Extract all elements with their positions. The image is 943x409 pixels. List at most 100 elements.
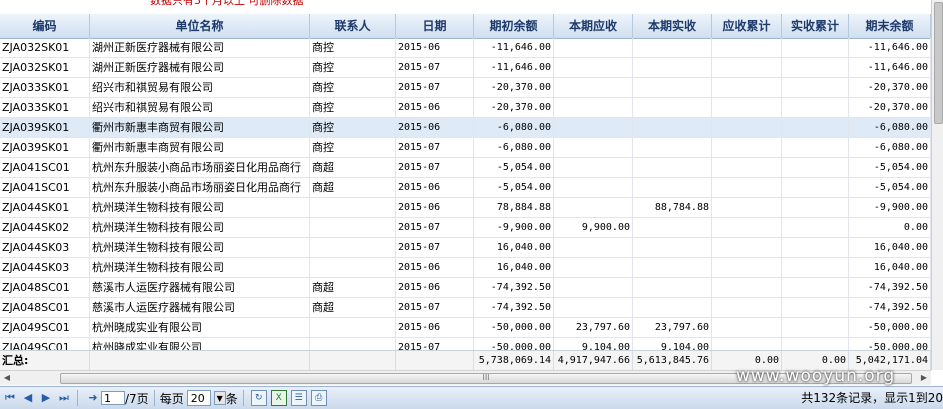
cell-cumdue <box>712 178 782 197</box>
scroll-left-icon[interactable]: ◀ <box>0 371 14 385</box>
cell-cumpaid <box>782 58 849 77</box>
cell-cumpaid <box>782 278 849 297</box>
summary-label: 汇总: <box>0 351 90 370</box>
cell-code: ZJA041SC01 <box>0 158 90 177</box>
cell-paid: 23,797.60 <box>633 318 712 337</box>
cell-close: -11,646.00 <box>849 58 931 77</box>
refresh-icon[interactable]: ↻ <box>250 390 267 406</box>
column-header-close[interactable]: 期末余额 <box>849 14 931 38</box>
cell-paid <box>633 158 712 177</box>
table-row[interactable]: ZJA032SK01 湖州正新医疗器械有限公司 商控 2015-06 -11,646.0… <box>0 38 931 58</box>
cell-open: -9,900.00 <box>474 218 554 237</box>
table-row[interactable]: ZJA039SK01 衢州市新惠丰商贸有限公司 商控 2015-06 -6,080.00… <box>0 118 931 138</box>
cell-code: ZJA032SK01 <box>0 58 90 77</box>
next-page-icon[interactable]: ▶ <box>38 390 54 406</box>
cell-code: ZJA049SC01 <box>0 318 90 337</box>
total-records-label: 共132条记录，显示1到20 <box>801 391 943 405</box>
cell-contact: 商控 <box>310 58 396 77</box>
cell-cumdue <box>712 98 782 117</box>
cell-cumpaid <box>782 98 849 117</box>
table-row[interactable]: ZJA041SC01 杭州东升服装小商品市场丽姿日化用品商行 商超 2015-07 -5… <box>0 158 931 178</box>
cell-cumdue <box>712 38 782 57</box>
pager-separator <box>153 390 155 406</box>
cell-date: 2015-07 <box>396 238 474 257</box>
column-header-contact[interactable]: 联系人 <box>310 14 396 38</box>
cell-due <box>554 118 633 137</box>
cell-code: ZJA033SK01 <box>0 78 90 97</box>
cell-name: 杭州瑛洋生物科技有限公司 <box>90 258 310 277</box>
cell-contact <box>310 198 396 217</box>
excel-export-icon[interactable]: X <box>270 390 287 406</box>
cell-name: 衢州市新惠丰商贸有限公司 <box>90 118 310 137</box>
table-row[interactable]: ZJA044SK03 杭州瑛洋生物科技有限公司 2015-06 16,040.00 16… <box>0 258 931 278</box>
table-row[interactable]: ZJA044SK03 杭州瑛洋生物科技有限公司 2015-07 16,040.00 16… <box>0 238 931 258</box>
column-header-due[interactable]: 本期应收 <box>554 14 633 38</box>
cell-close: 16,040.00 <box>849 258 931 277</box>
cell-date: 2015-06 <box>396 178 474 197</box>
cell-contact <box>310 218 396 237</box>
page-number-input[interactable]: 1 <box>101 391 125 405</box>
cell-due <box>554 158 633 177</box>
column-header-date[interactable]: 日期 <box>396 14 474 38</box>
prev-page-icon[interactable]: ◀ <box>20 390 36 406</box>
cell-cumpaid <box>782 218 849 237</box>
table-row[interactable]: ZJA041SC01 杭州东升服装小商品市场丽姿日化用品商行 商超 2015-06 -5… <box>0 178 931 198</box>
column-header-cumdue[interactable]: 应收累计 <box>712 14 782 38</box>
column-header-name[interactable]: 单位名称 <box>90 14 310 38</box>
table-row[interactable]: ZJA032SK01 湖州正新医疗器械有限公司 商控 2015-07 -11,646.0… <box>0 58 931 78</box>
cell-date: 2015-07 <box>396 298 474 317</box>
cell-cumpaid <box>782 298 849 317</box>
document-icon[interactable]: ☰ <box>290 390 307 406</box>
first-page-icon[interactable]: ⏮ <box>2 390 18 406</box>
column-header-code[interactable]: 编码 <box>0 14 90 38</box>
table-row[interactable]: ZJA044SK01 杭州瑛洋生物科技有限公司 2015-06 78,884.88 88… <box>0 198 931 218</box>
chevron-down-icon[interactable]: ▼ <box>213 391 226 405</box>
cell-open: 78,884.88 <box>474 198 554 217</box>
cell-open: -6,080.00 <box>474 118 554 137</box>
per-page-select[interactable]: 20 <box>186 390 211 406</box>
cell-paid <box>633 178 712 197</box>
last-page-icon[interactable]: ⏭ <box>56 390 72 406</box>
cell-name: 绍兴市和祺贸易有限公司 <box>90 98 310 117</box>
scroll-right-icon[interactable]: ▶ <box>917 371 931 385</box>
table-row[interactable]: ZJA044SK02 杭州瑛洋生物科技有限公司 2015-07 -9,900.00 9,… <box>0 218 931 238</box>
cell-cumpaid <box>782 258 849 277</box>
column-header-paid[interactable]: 本期实收 <box>633 14 712 38</box>
table-row[interactable]: ZJA039SK01 衢州市新惠丰商贸有限公司 商控 2015-07 -6,080.00… <box>0 138 931 158</box>
column-header-cumpaid[interactable]: 实收累计 <box>782 14 849 38</box>
cell-contact: 商超 <box>310 278 396 297</box>
cell-close: 0.00 <box>849 218 931 237</box>
cell-date: 2015-07 <box>396 138 474 157</box>
cell-paid <box>633 38 712 57</box>
print-icon[interactable]: ⎙ <box>310 390 327 406</box>
cell-due <box>554 138 633 157</box>
cell-contact: 商控 <box>310 118 396 137</box>
cell-paid <box>633 218 712 237</box>
cell-open: 16,040.00 <box>474 238 554 257</box>
cell-close: -5,054.00 <box>849 158 931 177</box>
column-header-open[interactable]: 期初余额 <box>474 14 554 38</box>
cell-code: ZJA048SC01 <box>0 278 90 297</box>
table-row[interactable]: ZJA033SK01 绍兴市和祺贸易有限公司 商控 2015-07 -20,370.00… <box>0 78 931 98</box>
cell-code: ZJA044SK01 <box>0 198 90 217</box>
cell-close: -74,392.50 <box>849 278 931 297</box>
table-row[interactable]: ZJA048SC01 慈溪市人运医疗器械有限公司 商超 2015-06 -74,392.… <box>0 278 931 298</box>
table-row[interactable]: ZJA048SC01 慈溪市人运医疗器械有限公司 商超 2015-07 -74,392.… <box>0 298 931 318</box>
cell-contact <box>310 258 396 277</box>
cell-cumpaid <box>782 138 849 157</box>
cell-cumdue <box>712 218 782 237</box>
cell-cumdue <box>712 118 782 137</box>
summary-due: 4,917,947.66 <box>554 351 633 370</box>
vertical-scroll-thumb[interactable] <box>934 2 943 124</box>
cell-date: 2015-07 <box>396 158 474 177</box>
go-page-icon[interactable]: ➜ <box>85 390 101 406</box>
cell-due <box>554 238 633 257</box>
table-row[interactable]: ZJA049SC01 杭州晓成实业有限公司 2015-06 -50,000.00 23,… <box>0 318 931 338</box>
cell-cumdue <box>712 258 782 277</box>
vertical-scrollbar[interactable] <box>931 0 943 370</box>
table-row[interactable]: ZJA033SK01 绍兴市和祺贸易有限公司 商控 2015-06 -20,370.00… <box>0 98 931 118</box>
cell-paid <box>633 78 712 97</box>
cell-name: 杭州晓成实业有限公司 <box>90 318 310 337</box>
grid-header: 编码 单位名称 联系人 日期 期初余额 本期应收 本期实收 应收累计 实收累计 期末余额 <box>0 14 931 39</box>
cell-cumdue <box>712 238 782 257</box>
